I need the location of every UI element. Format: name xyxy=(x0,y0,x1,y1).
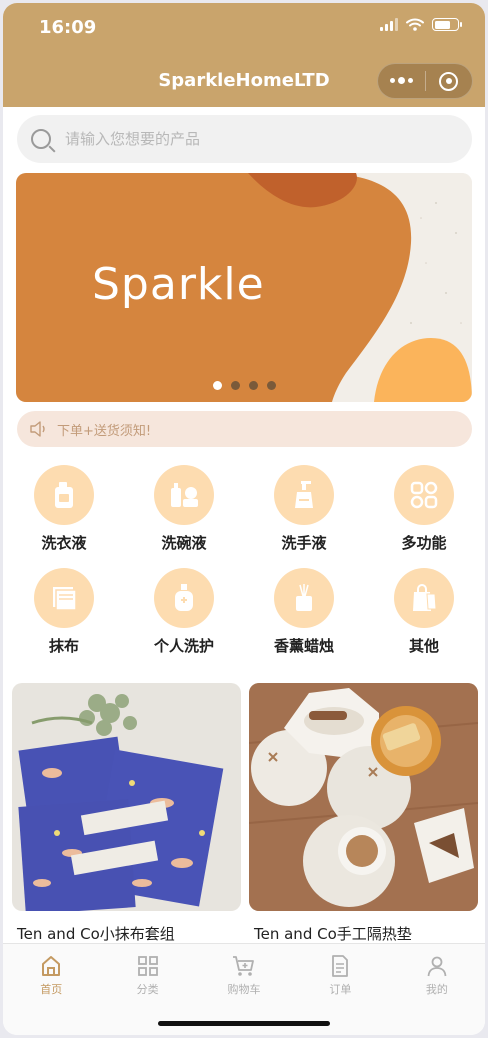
category-grid-icon xyxy=(137,956,158,976)
tab-label: 购物车 xyxy=(227,983,261,996)
product-card[interactable]: Ten and Co小抹布套组 xyxy=(12,683,241,944)
app-frame: 16:09 SparkleHomeLTD 请输入您想要的产品 Sparkle 下… xyxy=(3,3,485,1035)
category-label: 抹布 xyxy=(48,637,79,655)
product-name: Ten and Co小抹布套组 xyxy=(17,925,175,943)
banner-headline: Sparkle xyxy=(92,259,265,310)
status-icons xyxy=(380,18,462,31)
home-icon xyxy=(42,956,61,976)
personal-care-bottle-icon xyxy=(154,568,214,628)
tab-home[interactable]: 首页 xyxy=(3,944,99,1035)
carousel-indicator xyxy=(16,381,472,390)
more-button[interactable] xyxy=(378,64,425,98)
wifi-icon xyxy=(406,18,424,31)
product-image[interactable] xyxy=(249,683,478,911)
signal-icon xyxy=(380,18,398,31)
cloth-icon xyxy=(34,568,94,628)
tab-label: 我的 xyxy=(425,983,448,996)
carousel-dot[interactable] xyxy=(248,381,258,390)
home-indicator[interactable] xyxy=(158,1021,330,1026)
category-item[interactable]: 洗手液 xyxy=(244,465,364,553)
grid-multi-icon xyxy=(394,465,454,525)
tab-label: 首页 xyxy=(40,983,63,996)
search-icon xyxy=(31,129,51,149)
carousel-dot[interactable] xyxy=(230,381,240,390)
tab-label: 分类 xyxy=(136,983,159,996)
category-grid: 洗衣液 洗碗液 洗手液 多功能 抹布 个人洗护 香薰蜡烛 其他 xyxy=(3,465,485,656)
more-dots-icon xyxy=(389,77,413,84)
category-label: 洗衣液 xyxy=(41,534,87,552)
product-list: Ten and Co小抹布套组 Ten and Co手工隔热垫 xyxy=(12,683,478,944)
category-item[interactable]: 个人洗护 xyxy=(124,568,244,656)
notice-bar[interactable]: 下单+送货须知! xyxy=(17,411,472,447)
speaker-icon xyxy=(30,421,45,437)
target-circle-icon xyxy=(439,71,459,91)
product-card[interactable]: Ten and Co手工隔热垫 xyxy=(249,683,478,944)
category-item[interactable]: 抹布 xyxy=(4,568,124,656)
category-item[interactable]: 香薰蜡烛 xyxy=(244,568,364,656)
category-label: 个人洗护 xyxy=(153,637,214,655)
tab-label: 订单 xyxy=(329,983,352,996)
category-label: 其他 xyxy=(408,637,439,655)
category-label: 洗碗液 xyxy=(161,534,207,552)
carousel-dot[interactable] xyxy=(212,381,222,390)
profile-icon xyxy=(427,956,447,977)
tab-profile[interactable]: 我的 xyxy=(389,944,485,1035)
close-button[interactable] xyxy=(426,64,473,98)
hand-soap-pump-icon xyxy=(274,465,334,525)
order-document-icon xyxy=(332,955,349,977)
search-input[interactable] xyxy=(65,130,425,148)
cart-icon xyxy=(233,956,254,976)
notice-text: 下单+送货须知! xyxy=(57,423,152,439)
mini-program-capsule xyxy=(377,63,473,99)
banner-carousel[interactable]: Sparkle xyxy=(16,173,472,402)
category-item[interactable]: 洗衣液 xyxy=(4,465,124,553)
category-item[interactable]: 洗碗液 xyxy=(124,465,244,553)
candle-diffuser-icon xyxy=(274,568,334,628)
status-time: 16:09 xyxy=(39,17,97,38)
battery-icon xyxy=(432,18,462,31)
shopping-bag-icon xyxy=(394,568,454,628)
product-image[interactable] xyxy=(12,683,241,911)
detergent-bottle-icon xyxy=(34,465,94,525)
category-item[interactable]: 其他 xyxy=(364,568,484,656)
search-bar[interactable] xyxy=(17,115,472,163)
category-label: 洗手液 xyxy=(281,534,327,552)
category-label: 香薰蜡烛 xyxy=(273,637,334,655)
dish-soap-icon xyxy=(154,465,214,525)
product-name: Ten and Co手工隔热垫 xyxy=(254,925,412,943)
header-bar: 16:09 SparkleHomeLTD xyxy=(3,3,485,107)
carousel-dot[interactable] xyxy=(266,381,276,390)
category-label: 多功能 xyxy=(401,534,447,552)
category-item[interactable]: 多功能 xyxy=(364,465,484,553)
